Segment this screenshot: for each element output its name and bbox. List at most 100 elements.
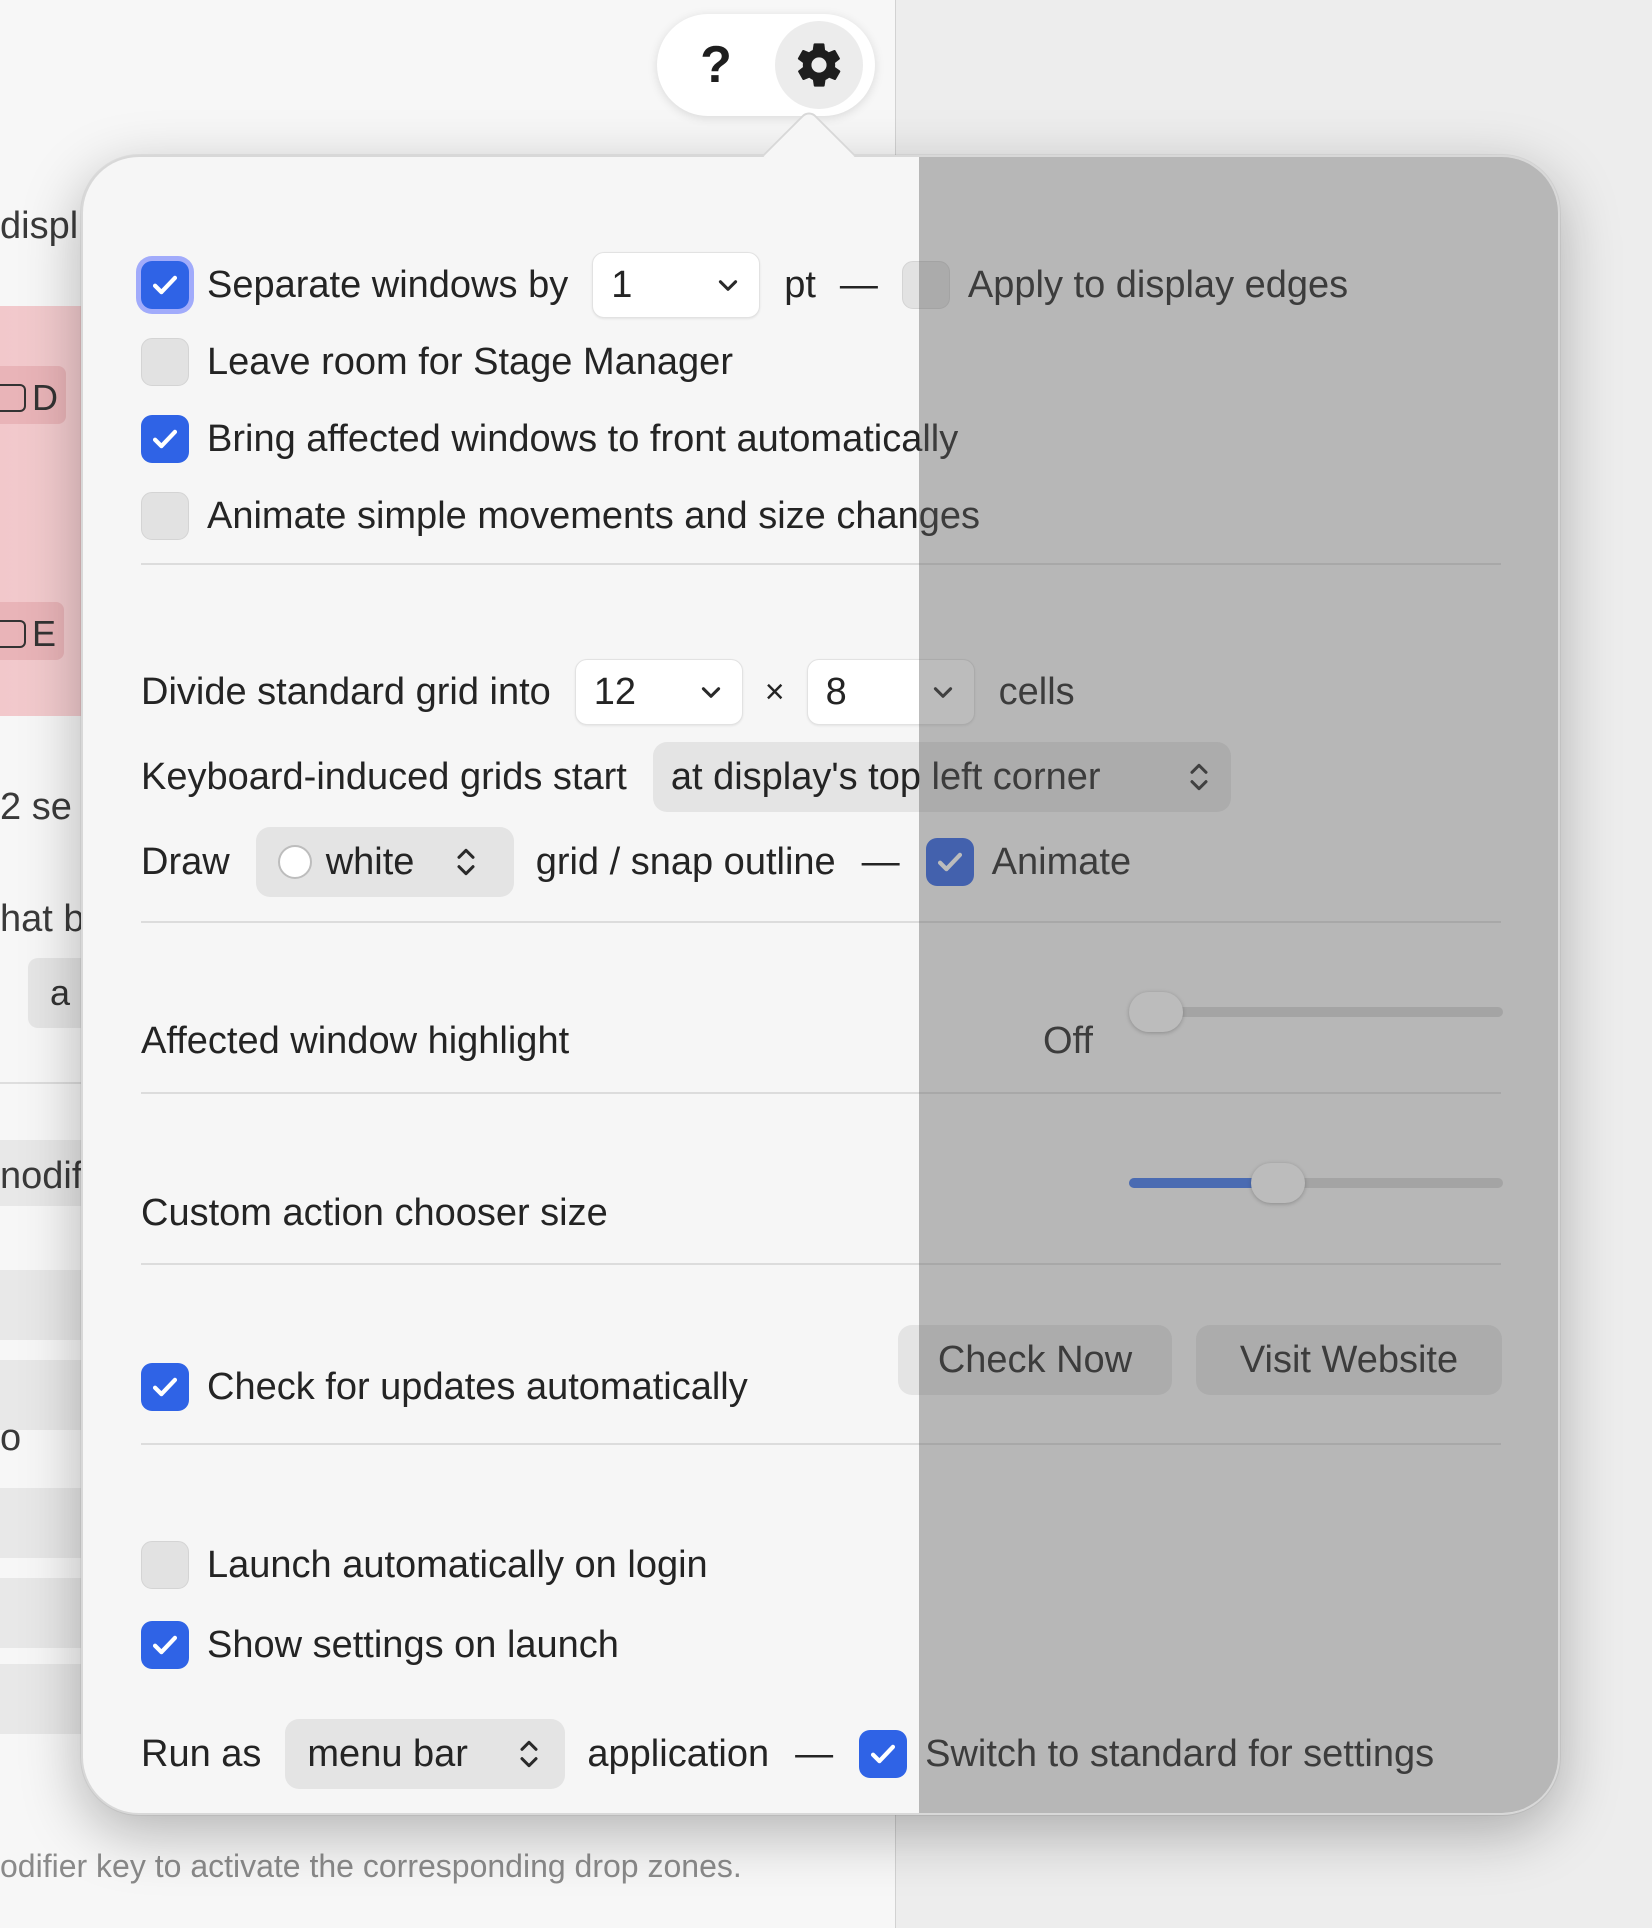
highlight-row: Affected window highlight xyxy=(141,1011,569,1071)
key-outline-icon xyxy=(0,620,26,648)
keyboard-grids-label: Keyboard-induced grids start xyxy=(141,755,627,798)
section-divider xyxy=(141,921,1501,923)
chooser-size-slider[interactable] xyxy=(1129,1163,1503,1203)
updates-row: Check for updates automatically xyxy=(141,1357,748,1417)
popover-toolbar: ? xyxy=(657,14,875,116)
background-text-fragment: nodif xyxy=(0,1155,83,1197)
animate-simple-checkbox[interactable] xyxy=(141,492,189,540)
checkmark-icon xyxy=(152,1377,178,1397)
animate-outline-label: Animate xyxy=(991,840,1132,883)
stage-manager-checkbox[interactable] xyxy=(141,338,189,386)
animate-simple-row: Animate simple movements and size change… xyxy=(141,486,980,546)
grid-rows-value: 8 xyxy=(825,670,847,713)
section-divider xyxy=(141,1443,1501,1445)
launch-login-row: Launch automatically on login xyxy=(141,1535,708,1595)
run-as-suffix: application xyxy=(587,1732,770,1775)
outline-label: grid / snap outline xyxy=(535,840,836,883)
background-key-d: D xyxy=(0,366,66,424)
bring-front-row: Bring affected windows to front automati… xyxy=(141,409,958,469)
section-divider xyxy=(141,1263,1501,1265)
help-button[interactable]: ? xyxy=(677,26,755,104)
bring-front-checkbox[interactable] xyxy=(141,415,189,463)
background-text-fragment: 2 se xyxy=(0,786,72,828)
key-outline-icon xyxy=(0,384,26,412)
separation-value: 1 xyxy=(611,263,633,306)
run-as-value: menu bar xyxy=(307,1732,468,1775)
switch-standard-checkbox[interactable] xyxy=(859,1730,908,1778)
checkmark-icon xyxy=(937,852,962,872)
stage-manager-label: Leave room for Stage Manager xyxy=(207,340,733,383)
separation-unit: pt xyxy=(784,263,816,306)
show-settings-row: Show settings on launch xyxy=(141,1615,619,1675)
draw-row: Draw white grid / snap outline — Animate xyxy=(141,827,1132,897)
background-text-fragment: hat b xyxy=(0,898,85,940)
background-footer-text: odifier key to activate the correspondin… xyxy=(0,1848,742,1884)
chevron-down-icon xyxy=(719,280,738,291)
background-key-label: D xyxy=(32,377,58,418)
show-settings-checkbox[interactable] xyxy=(141,1621,189,1669)
run-as-popup[interactable]: menu bar xyxy=(285,1719,566,1789)
grid-rows-select[interactable]: 8 xyxy=(806,659,975,725)
background-text-fragment: displ xyxy=(0,205,79,247)
background-key-e: E xyxy=(0,602,65,660)
checkmark-icon xyxy=(152,275,178,295)
stage-manager-row: Leave room for Stage Manager xyxy=(141,332,733,392)
checkmark-icon xyxy=(152,429,178,449)
keyboard-grids-popup[interactable]: at display's top left corner xyxy=(652,742,1231,812)
outline-color-value: white xyxy=(325,840,415,883)
grid-columns-value: 12 xyxy=(593,670,637,713)
visit-website-button[interactable]: Visit Website xyxy=(1196,1325,1502,1395)
chooser-size-slider-knob[interactable] xyxy=(1250,1163,1305,1203)
chooser-size-label: Custom action chooser size xyxy=(141,1191,608,1234)
chevron-down-icon xyxy=(933,687,952,698)
up-down-chevron-icon xyxy=(520,1740,538,1768)
separate-windows-row: Separate windows by 1 pt — Apply to disp… xyxy=(141,252,1349,318)
draw-label: Draw xyxy=(141,840,230,883)
animate-outline-checkbox[interactable] xyxy=(925,838,974,886)
separator-dash: — xyxy=(795,1732,834,1775)
separation-select[interactable]: 1 xyxy=(592,252,761,318)
separate-windows-label: Separate windows by xyxy=(207,263,569,306)
separator-dash: — xyxy=(861,840,900,883)
outline-color-popup[interactable]: white xyxy=(255,827,514,897)
checkmark-icon xyxy=(152,1635,178,1655)
run-as-label: Run as xyxy=(141,1732,262,1775)
show-settings-label: Show settings on launch xyxy=(207,1623,619,1666)
bring-front-label: Bring affected windows to front automati… xyxy=(207,417,959,460)
settings-button[interactable] xyxy=(775,21,863,109)
background-key-label: E xyxy=(32,613,57,654)
check-updates-label: Check for updates automatically xyxy=(207,1365,748,1408)
check-updates-checkbox[interactable] xyxy=(141,1363,189,1411)
highlight-slider-knob[interactable] xyxy=(1129,992,1183,1032)
run-as-row: Run as menu bar application — Switch to … xyxy=(141,1719,1434,1789)
settings-popover: Separate windows by 1 pt — Apply to disp… xyxy=(81,155,1560,1815)
section-divider xyxy=(141,563,1501,565)
background-text-fragment: o xyxy=(0,1417,22,1459)
keyboard-grids-value: at display's top left corner xyxy=(670,755,1101,798)
grid-columns-select[interactable]: 12 xyxy=(574,659,743,725)
chevron-down-icon xyxy=(701,687,720,698)
highlight-slider[interactable] xyxy=(1129,992,1503,1032)
chooser-size-row: Custom action chooser size xyxy=(141,1183,608,1243)
grid-times-sign: × xyxy=(764,672,785,711)
gear-icon xyxy=(797,43,841,87)
highlight-value: Off xyxy=(1043,1019,1093,1062)
white-swatch-icon xyxy=(277,845,312,879)
grid-row: Divide standard grid into 12 × 8 cells xyxy=(141,659,1075,725)
dimmed-overlay xyxy=(919,157,1558,1813)
launch-login-label: Launch automatically on login xyxy=(207,1543,708,1586)
separator-dash: — xyxy=(839,263,878,306)
checkmark-icon xyxy=(871,1744,896,1764)
keyboard-grids-row: Keyboard-induced grids start at display'… xyxy=(141,742,1231,812)
highlight-value-row: Off xyxy=(1043,1011,1093,1071)
grid-label: Divide standard grid into xyxy=(141,670,551,713)
grid-cells-label: cells xyxy=(998,670,1075,713)
section-divider xyxy=(141,1092,1501,1094)
separate-windows-checkbox[interactable] xyxy=(141,261,189,309)
display-edges-checkbox[interactable] xyxy=(901,261,950,309)
highlight-label: Affected window highlight xyxy=(141,1019,570,1062)
launch-login-checkbox[interactable] xyxy=(141,1541,189,1589)
animate-simple-label: Animate simple movements and size change… xyxy=(207,494,981,537)
display-edges-label: Apply to display edges xyxy=(967,263,1349,306)
check-now-button[interactable]: Check Now xyxy=(898,1325,1172,1395)
